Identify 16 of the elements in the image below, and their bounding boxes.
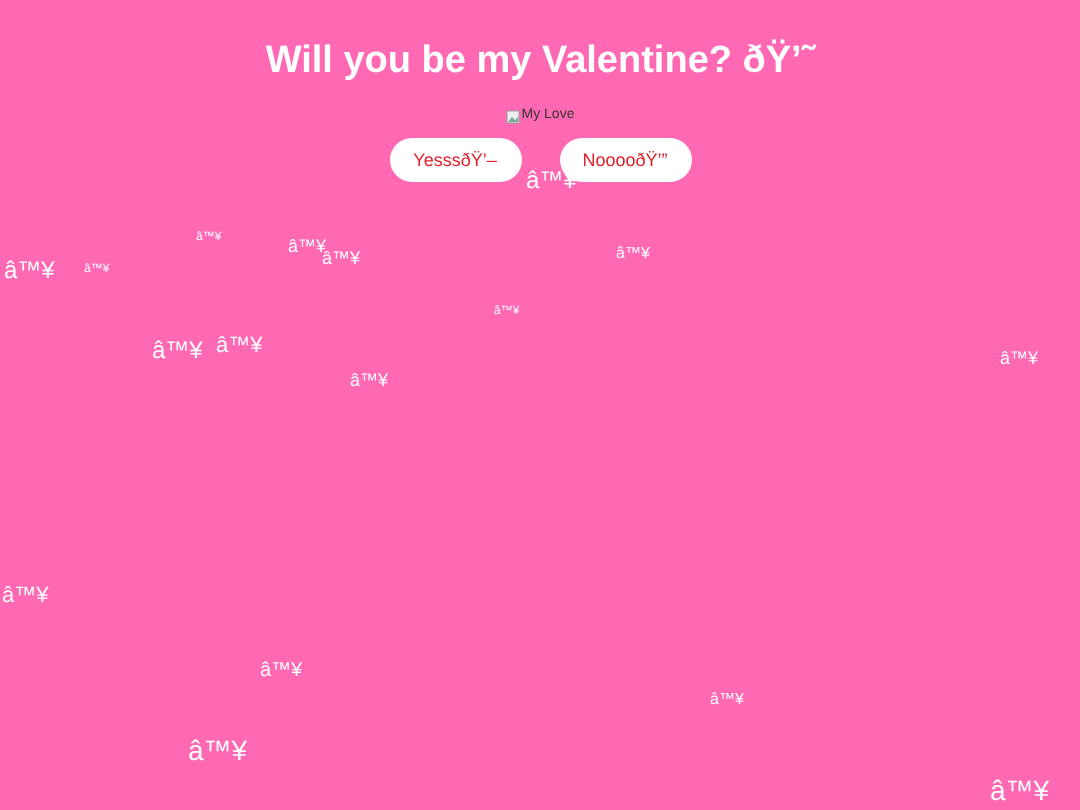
yes-button[interactable]: YesssðŸ’– <box>389 138 521 183</box>
heart-symbol: â™¥ <box>216 336 263 358</box>
heart-symbol: â™¥ <box>322 250 361 268</box>
heart-symbol: â™¥ <box>990 776 1050 804</box>
heart-symbol: â™¥ <box>1000 350 1039 368</box>
heart-symbol: â™¥ <box>152 338 203 362</box>
broken-image-icon <box>505 109 520 123</box>
heart-symbol: â™¥ <box>188 736 248 764</box>
heart-symbol: â™¥ <box>260 662 303 682</box>
heart-symbol: â™¥ <box>4 258 55 282</box>
heart-symbol: â™¥ <box>288 238 327 256</box>
heart-symbol: â™¥ <box>710 692 744 708</box>
heart-symbol: â™¥ <box>2 586 49 608</box>
heart-symbol: â™¥ <box>616 246 650 262</box>
page-title: Will you be my Valentine? ðŸ’˜ <box>265 38 815 86</box>
heart-symbol: â™¥ <box>350 372 389 390</box>
